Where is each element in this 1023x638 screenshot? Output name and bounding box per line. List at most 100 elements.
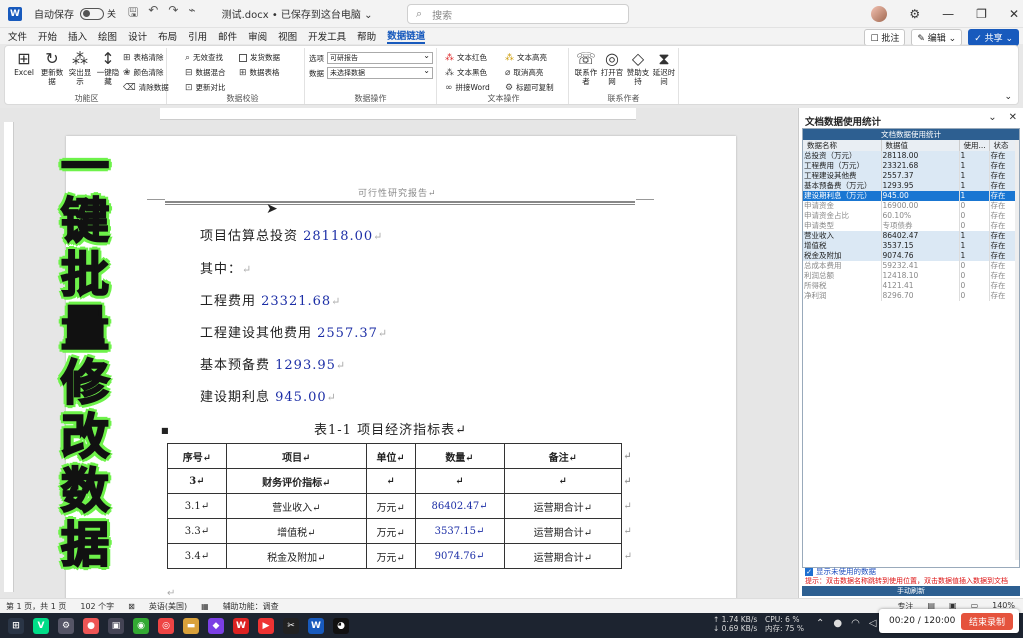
autosave-toggle[interactable] (80, 7, 104, 20)
stats-cell-value[interactable]: 专项债券 (881, 221, 960, 231)
stats-row[interactable]: 基本预备费（万元） 1293.95 1 存在 (803, 181, 1019, 191)
table-cell[interactable]: 3.4↵ (167, 543, 227, 569)
stats-cell-value[interactable]: 945.00 (881, 191, 960, 201)
stats-cell-name[interactable]: 申请资金占比 (803, 211, 882, 221)
delay-time-button[interactable]: ⧗ 延迟时间 (651, 50, 677, 87)
menu-tab[interactable]: 帮助 (357, 29, 376, 43)
stats-cell-name[interactable]: 总投资（万元） (803, 151, 882, 161)
menu-tab[interactable]: 文件 (8, 29, 27, 43)
hide-button[interactable]: ↕ 一键隐藏 (95, 50, 121, 87)
table-cell[interactable]: 3↵ (167, 468, 227, 494)
minimize-icon[interactable]: — (942, 7, 954, 21)
column-header[interactable]: 数据名称 (803, 140, 882, 151)
highlight-button[interactable]: ⁂ 突出显示 (67, 50, 93, 87)
stats-cell-value[interactable]: 86402.47 (881, 231, 960, 241)
stats-cell-name[interactable]: 建设期利息（万元） (803, 191, 882, 201)
collapse-ribbon-icon[interactable]: ⌄ (1004, 92, 1012, 102)
panel-scrollbar[interactable] (1015, 140, 1019, 560)
format-painter-icon[interactable]: ⌁ (188, 3, 195, 24)
vertical-ruler[interactable] (4, 122, 14, 592)
stats-cell-name[interactable]: 净利润 (803, 291, 882, 301)
table-cell[interactable]: 9074.76↵ (414, 543, 505, 569)
stats-cell-name[interactable]: 利润总额 (803, 271, 882, 281)
stats-cell-value[interactable]: 12418.10 (881, 271, 960, 281)
start-icon[interactable]: ⊞ (8, 617, 24, 634)
menu-tab[interactable]: 引用 (188, 29, 207, 43)
capcut-icon[interactable]: ✂ (283, 617, 299, 634)
excel-button[interactable]: ⊞ Excel (11, 50, 37, 78)
recorder-icon[interactable]: ● (833, 618, 842, 629)
app-red-icon[interactable]: ● (83, 617, 99, 634)
stats-row[interactable]: 工程建设其他费 2557.37 1 存在 (803, 171, 1019, 181)
stats-row[interactable]: 工程费用（万元） 23321.68 1 存在 (803, 161, 1019, 171)
table-cell[interactable]: ↵ (414, 468, 505, 494)
menu-tab[interactable]: 审阅 (248, 29, 267, 43)
invalid-find-button[interactable]: ⌕ 无效查找 (185, 52, 223, 63)
stats-cell-value[interactable]: 60.10% (881, 211, 960, 221)
stats-cell-value[interactable]: 8296.70 (881, 291, 960, 301)
stats-cell-count[interactable]: 1 (959, 241, 990, 251)
app-dark-icon[interactable]: ▣ (108, 617, 124, 634)
stats-cell-name[interactable]: 增值税 (803, 241, 882, 251)
clear-color-button[interactable]: ❀ 颜色清除 (123, 67, 164, 78)
stats-row[interactable]: 增值税 3537.15 1 存在 (803, 241, 1019, 251)
stats-cell-count[interactable]: 1 (959, 231, 990, 241)
redo-icon[interactable]: ↷ (168, 3, 178, 24)
document-line[interactable]: 基本预备费 1293.95↵ (200, 354, 346, 373)
data-table-button[interactable]: ⊞ 数据表格 (239, 67, 280, 78)
economic-indicator-table[interactable]: 序号↵ 项目↵ 单位↵ 数量↵ 备注↵ ↵ 3↵ 财务评价指标↵ ↵ ↵ ↵ ↵ 3.1↵ 营业收入↵ 万元… (167, 443, 634, 569)
wechat-icon[interactable]: ◉ (133, 617, 149, 634)
document-line[interactable]: 工程建设其他费用 2557.37↵ (200, 322, 388, 341)
table-cell[interactable]: 运营期合计↵ (503, 518, 623, 544)
stats-cell-count[interactable]: 0 (959, 221, 990, 231)
stats-row[interactable]: 利润总额 12418.10 0 存在 (803, 271, 1019, 281)
settings-icon[interactable]: ⚙ (909, 7, 920, 21)
stats-cell-count[interactable]: 0 (959, 261, 990, 271)
menu-tab[interactable]: 开始 (38, 29, 57, 43)
stats-cell-name[interactable]: 所得税 (803, 281, 882, 291)
stats-cell-count[interactable]: 0 (959, 271, 990, 281)
table-cell[interactable]: ↵ (365, 468, 416, 494)
stats-cell-value[interactable]: 1293.95 (881, 181, 960, 191)
word-count[interactable]: 102 个字 (80, 601, 114, 612)
stats-cell-name[interactable]: 总成本费用 (803, 261, 882, 271)
stats-cell-name[interactable]: 税金及附加 (803, 251, 882, 261)
document-line[interactable]: 项目估算总投资 28118.00↵ (200, 225, 383, 244)
menu-tab[interactable]: 绘图 (98, 29, 117, 43)
word-taskbar-icon[interactable]: W (308, 617, 324, 634)
folder-icon[interactable]: ▬ (183, 617, 199, 634)
table-header-cell[interactable]: 单位↵ (365, 443, 416, 469)
volume-icon[interactable]: ◁ (869, 618, 877, 629)
stats-cell-name[interactable]: 申请资金 (803, 201, 882, 211)
table-cell[interactable]: 3.3↵ (167, 518, 227, 544)
edit-mode-button[interactable]: ✎ 编辑 ⌄ (911, 29, 963, 46)
table-cell[interactable]: 3537.15↵ (414, 518, 505, 544)
stats-cell-name[interactable]: 工程费用（万元） (803, 161, 882, 171)
stats-cell-value[interactable]: 16900.00 (881, 201, 960, 211)
comment-button[interactable]: ☐ 批注 (864, 29, 906, 46)
document-title[interactable]: 测试.docx • 已保存到这台电脑 ⌄ (222, 6, 373, 21)
search-input[interactable]: ⌕ 搜索 (407, 4, 629, 24)
document-line[interactable]: 其中：↵ (200, 258, 252, 277)
table-header-cell[interactable]: 备注↵ (503, 443, 623, 469)
save-icon[interactable]: 🖫 (128, 3, 138, 24)
data-combo[interactable]: 数据 未选择数据 (309, 66, 433, 79)
table-cell[interactable]: 万元↵ (365, 543, 416, 569)
menu-tab[interactable]: 布局 (158, 29, 177, 43)
manual-refresh-button[interactable]: 手动刷新 (802, 586, 1020, 596)
stats-row[interactable]: 营业收入 86402.47 1 存在 (803, 231, 1019, 241)
stats-cell-count[interactable]: 0 (959, 211, 990, 221)
stats-table[interactable]: 数据名称 数据值 使用... 状态 总投资（万元） 28118.00 1 存在 工程费用… (803, 140, 1019, 301)
page-header[interactable]: 可行性研究报告↵ (358, 186, 437, 199)
stats-cell-value[interactable]: 28118.00 (881, 151, 960, 161)
stats-row[interactable]: 申请类型 专项债券 0 存在 (803, 221, 1019, 231)
stats-cell-value[interactable]: 23321.68 (881, 161, 960, 171)
stats-row[interactable]: 税金及附加 9074.76 1 存在 (803, 251, 1019, 261)
stats-cell-count[interactable]: 1 (959, 251, 990, 261)
stats-cell-count[interactable]: 0 (959, 291, 990, 301)
stats-row[interactable]: 申请资金 16900.00 0 存在 (803, 201, 1019, 211)
settings-app-icon[interactable]: ⚙ (58, 617, 74, 634)
stats-cell-name[interactable]: 营业收入 (803, 231, 882, 241)
table-cell[interactable]: 86402.47↵ (414, 493, 505, 519)
contact-author-button[interactable]: ☏ 联系作者 (573, 50, 599, 87)
